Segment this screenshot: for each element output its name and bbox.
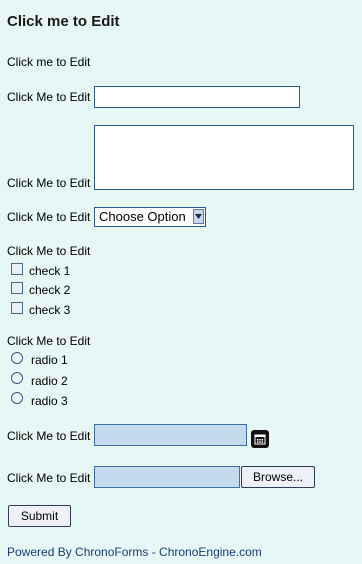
checkbox-3-label: check 3 — [29, 303, 71, 317]
checkbox-1-label: check 1 — [29, 264, 71, 278]
radio-2-label: radio 2 — [31, 374, 68, 388]
checkbox-2[interactable] — [11, 282, 23, 294]
chevron-down-icon — [193, 209, 204, 224]
datetime-label: Click Me to Edit — [7, 429, 91, 443]
calendar-icon[interactable] — [251, 430, 269, 448]
text-label: Click me to Edit — [7, 55, 91, 69]
radio-1-label: radio 1 — [31, 353, 68, 367]
checkbox-3[interactable] — [11, 302, 23, 314]
datetime-input[interactable] — [94, 424, 247, 446]
submit-button[interactable]: Submit — [8, 505, 71, 527]
radio-1[interactable] — [11, 352, 23, 364]
checkbox-group-label: Click Me to Edit — [7, 244, 91, 258]
option-dropdown[interactable]: Choose Option — [94, 207, 206, 227]
dropdown-selected-value: Choose Option — [99, 209, 186, 224]
radio-3-label: radio 3 — [31, 394, 68, 408]
dropdown-label: Click Me to Edit — [7, 210, 91, 224]
textarea-label: Click Me to Edit — [7, 176, 91, 190]
form-title: Click me to Edit — [7, 13, 120, 30]
checkbox-2-label: check 2 — [29, 283, 71, 297]
radio-group-label: Click Me to Edit — [7, 334, 91, 348]
text-input[interactable] — [94, 86, 300, 108]
radio-2[interactable] — [11, 372, 23, 384]
textbox-label: Click Me to Edit — [7, 90, 91, 104]
browse-button[interactable]: Browse... — [241, 466, 315, 488]
file-path-input[interactable] — [94, 466, 240, 488]
file-label: Click Me to Edit — [7, 471, 91, 485]
radio-3[interactable] — [11, 392, 23, 404]
checkbox-1[interactable] — [11, 263, 23, 275]
textarea-input[interactable] — [94, 125, 354, 190]
powered-by-link[interactable]: Powered By ChronoForms - ChronoEngine.co… — [7, 545, 262, 559]
